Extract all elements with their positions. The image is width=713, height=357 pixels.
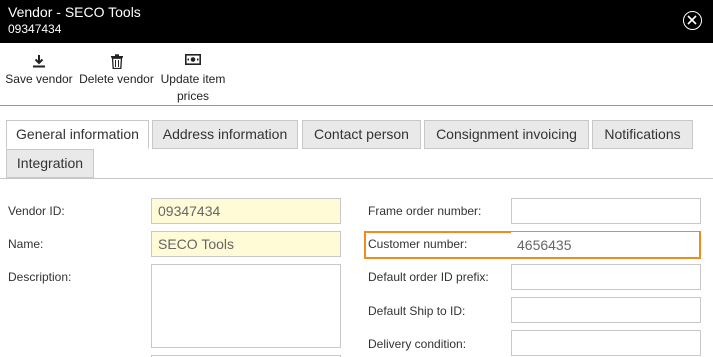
- frame-order-number-field[interactable]: [511, 198, 701, 224]
- tabs-divider: [0, 178, 713, 179]
- save-vendor-button[interactable]: Save vendor: [5, 43, 73, 88]
- update-item-prices-button[interactable]: Update item prices: [156, 43, 230, 105]
- delivery-condition-field[interactable]: [511, 330, 701, 356]
- customer-number-field[interactable]: [511, 232, 699, 257]
- tab-address-information[interactable]: Address information: [152, 120, 298, 149]
- window-titlebar: Vendor - SECO Tools 09347434: [0, 0, 713, 43]
- tab-contact-person[interactable]: Contact person: [302, 120, 421, 149]
- tab-general-information[interactable]: General information: [6, 120, 149, 149]
- money-icon: [156, 43, 230, 71]
- description-label: Description:: [8, 270, 72, 284]
- name-label: Name:: [8, 237, 44, 251]
- window-title: Vendor - SECO Tools: [8, 4, 141, 20]
- delete-vendor-label: Delete vendor: [79, 72, 154, 86]
- save-vendor-label: Save vendor: [5, 72, 73, 86]
- delivery-condition-label: Delivery condition:: [368, 337, 467, 351]
- default-order-id-prefix-field[interactable]: [511, 264, 701, 290]
- delete-vendor-button[interactable]: Delete vendor: [78, 43, 155, 88]
- tab-integration[interactable]: Integration: [6, 149, 94, 178]
- default-ship-to-id-label: Default Ship to ID:: [368, 304, 466, 318]
- default-ship-to-id-field[interactable]: [511, 297, 701, 323]
- window-subtitle: 09347434: [8, 22, 62, 36]
- trash-icon: [78, 43, 155, 71]
- description-textarea[interactable]: [151, 264, 341, 348]
- name-field[interactable]: [151, 231, 341, 257]
- vendor-id-field[interactable]: [151, 198, 341, 224]
- tab-consignment-invoicing[interactable]: Consignment invoicing: [424, 120, 589, 149]
- vendor-id-label: Vendor ID:: [8, 204, 65, 218]
- customer-number-label: Customer number:: [368, 237, 468, 251]
- frame-order-number-label: Frame order number:: [368, 204, 482, 218]
- update-item-prices-label-line2: prices: [176, 89, 209, 103]
- close-icon[interactable]: [683, 11, 702, 30]
- default-order-id-prefix-label: Default order ID prefix:: [368, 270, 489, 284]
- download-icon: [5, 43, 73, 71]
- update-item-prices-label-line1: Update item: [160, 72, 226, 86]
- toolbar: Save vendor Delete vendor Update item pr…: [0, 43, 713, 106]
- tab-notifications[interactable]: Notifications: [592, 120, 693, 149]
